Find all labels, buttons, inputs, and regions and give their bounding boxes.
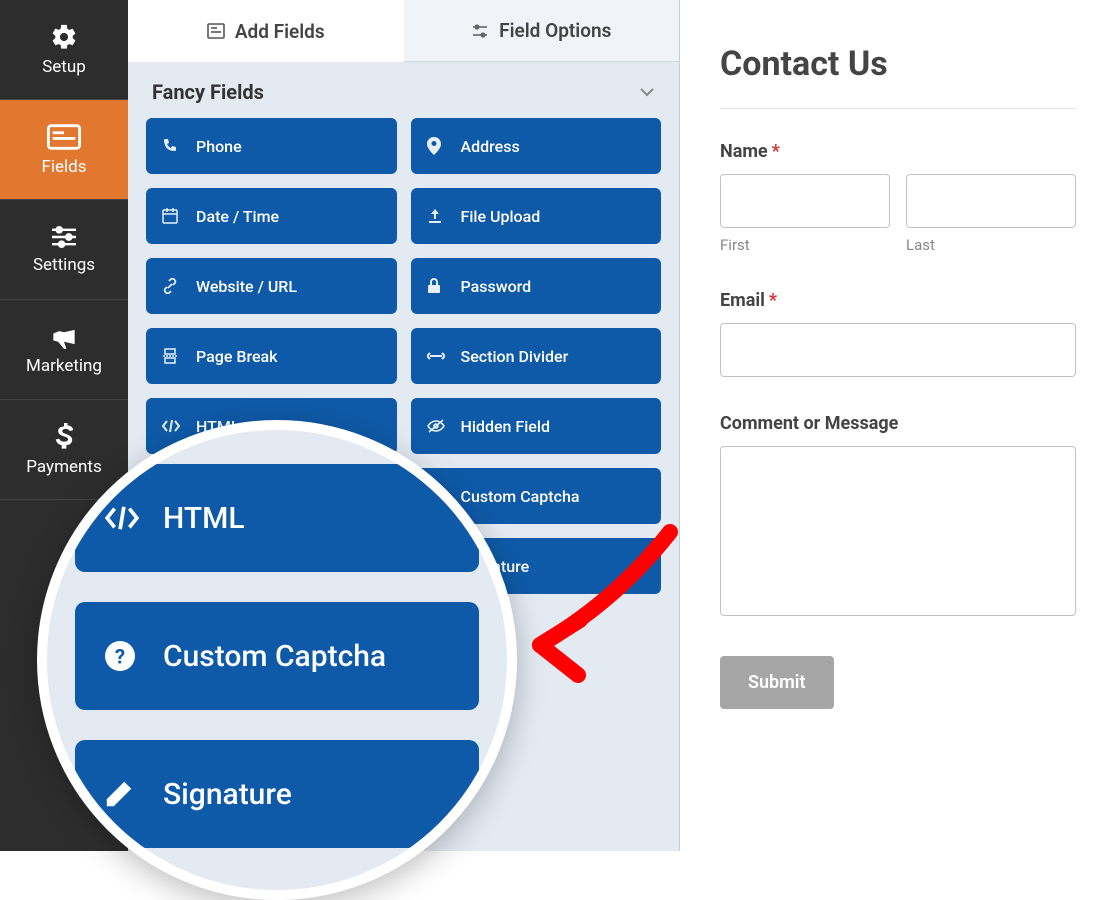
field-label: Section Divider: [461, 347, 569, 366]
field-label: Date / Time: [196, 207, 279, 226]
field-page-break[interactable]: Page Break: [146, 328, 397, 384]
lock-icon: [427, 278, 447, 294]
megaphone-icon: [49, 324, 79, 350]
field-section-divider[interactable]: Section Divider: [411, 328, 662, 384]
pin-icon: [427, 137, 447, 155]
sidebar-item-fields[interactable]: Fields: [0, 100, 128, 200]
field-label: Page Break: [196, 347, 278, 366]
sidebar-item-settings[interactable]: Settings: [0, 200, 128, 300]
fields-icon: [47, 123, 81, 151]
comment-label: Comment or Message: [720, 413, 1076, 434]
code-icon: [162, 419, 182, 433]
upload-icon: [427, 208, 447, 224]
pagebreak-icon: [162, 348, 182, 364]
field-hidden-field[interactable]: Hidden Field: [411, 398, 662, 454]
sidebar-label: Setup: [42, 57, 86, 77]
field-website-url[interactable]: Website / URL: [146, 258, 397, 314]
sidebar-item-marketing[interactable]: Marketing: [0, 300, 128, 400]
sidebar-label: Marketing: [26, 356, 102, 376]
zoom-label: Custom Captcha: [163, 639, 386, 674]
divider: [720, 108, 1076, 109]
form-icon: [207, 23, 225, 39]
sliders-icon: [471, 23, 489, 39]
required-asterisk: *: [772, 141, 780, 162]
pencil-icon: [105, 780, 141, 808]
field-password[interactable]: Password: [411, 258, 662, 314]
field-phone[interactable]: Phone: [146, 118, 397, 174]
field-label: Hidden Field: [461, 417, 550, 436]
preview-title: Contact Us: [720, 44, 1076, 84]
last-sublabel: Last: [906, 236, 1076, 254]
link-icon: [162, 278, 182, 294]
required-asterisk: *: [769, 290, 777, 311]
chevron-down-icon: [639, 87, 655, 97]
sidebar-label: Fields: [41, 157, 86, 177]
phone-icon: [162, 138, 182, 154]
zoom-field-signature[interactable]: Signature: [75, 740, 479, 848]
field-label: Custom Captcha: [461, 487, 580, 506]
svg-text:?: ?: [115, 646, 125, 670]
first-sublabel: First: [720, 236, 890, 254]
field-label: File Upload: [461, 207, 541, 226]
zoom-label: Signature: [163, 777, 292, 812]
question-icon: ?: [105, 641, 141, 671]
field-label: Phone: [196, 137, 242, 156]
email-input[interactable]: [720, 323, 1076, 377]
sidebar-item-setup[interactable]: Setup: [0, 0, 128, 100]
field-label: Password: [461, 277, 532, 296]
tab-field-options[interactable]: Field Options: [404, 0, 680, 62]
comment-textarea[interactable]: [720, 446, 1076, 616]
field-file-upload[interactable]: File Upload: [411, 188, 662, 244]
eye-off-icon: [427, 419, 447, 433]
calendar-icon: [162, 208, 182, 224]
sidebar-label: Settings: [33, 255, 95, 275]
code-icon: [105, 505, 141, 531]
sidebar-label: Payments: [26, 457, 101, 477]
email-label: Email*: [720, 290, 1076, 311]
divider-icon: [427, 351, 447, 361]
dollar-icon: [54, 423, 74, 451]
tab-add-fields[interactable]: Add Fields: [128, 0, 404, 62]
gear-icon: [50, 23, 78, 51]
field-address[interactable]: Address: [411, 118, 662, 174]
first-name-input[interactable]: [720, 174, 890, 228]
zoom-label: HTML: [163, 501, 245, 536]
field-date-time[interactable]: Date / Time: [146, 188, 397, 244]
zoom-field-html[interactable]: HTML: [75, 464, 479, 572]
form-preview: Contact Us Name* First Last Email* Comme…: [680, 0, 1116, 851]
section-title: Fancy Fields: [152, 80, 264, 104]
submit-button[interactable]: Submit: [720, 656, 834, 709]
field-label: Website / URL: [196, 277, 297, 296]
sidebar-item-payments[interactable]: Payments: [0, 400, 128, 500]
section-header-fancy-fields[interactable]: Fancy Fields: [128, 62, 679, 118]
tab-label: Field Options: [499, 19, 611, 42]
last-name-input[interactable]: [906, 174, 1076, 228]
tab-label: Add Fields: [235, 20, 325, 43]
field-label: Address: [461, 137, 520, 156]
zoom-field-custom-captcha[interactable]: ? Custom Captcha: [75, 602, 479, 710]
zoom-callout: HTML ? Custom Captcha Signature: [37, 420, 517, 900]
name-label: Name*: [720, 141, 1076, 162]
sliders-icon: [49, 225, 79, 249]
